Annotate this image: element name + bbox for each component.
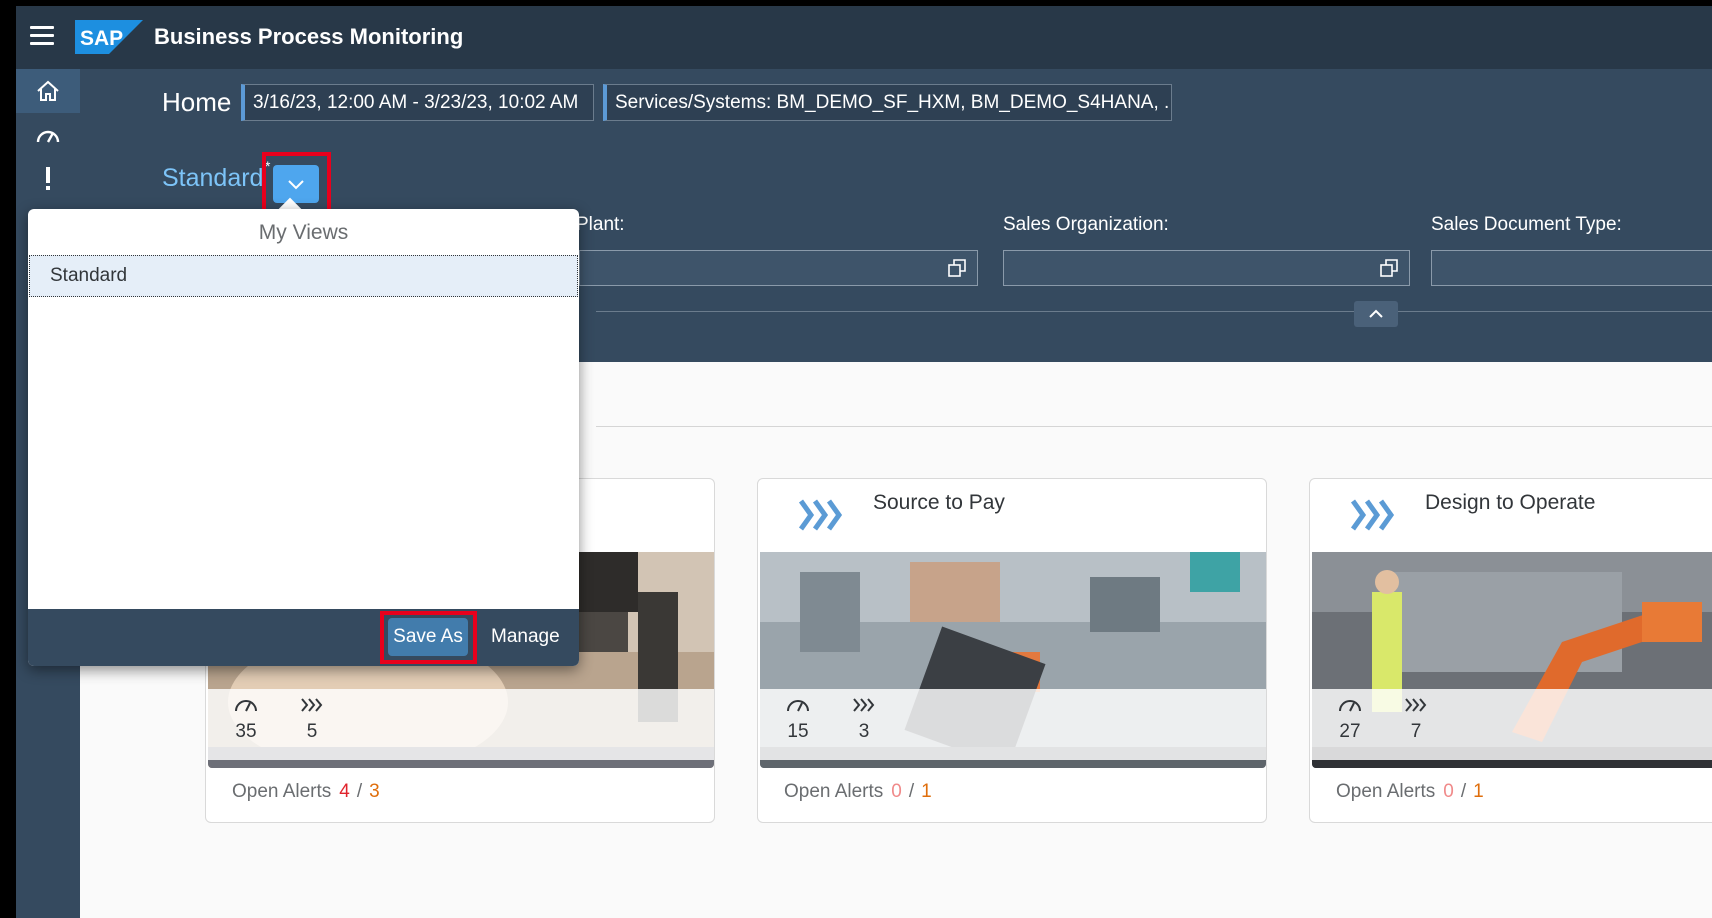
- app-frame: SAP Business Process Monitoring Home 3/1…: [16, 6, 1712, 918]
- nav-home[interactable]: [16, 69, 80, 113]
- card-stats: 15 3: [760, 689, 1266, 760]
- speedometer-icon: [1339, 700, 1361, 712]
- alerts-medium: 1: [1473, 781, 1484, 802]
- open-alerts-label: Open Alerts: [1336, 781, 1436, 802]
- kpi-count: 27: [1339, 721, 1361, 742]
- open-alerts[interactable]: Open Alerts 0 / 1: [1336, 781, 1484, 803]
- hamburger-menu-icon[interactable]: [30, 26, 54, 46]
- svg-text:SAP: SAP: [80, 27, 123, 50]
- filter-label-sales-document-type: Sales Document Type:: [1431, 214, 1622, 235]
- process-count: 3: [858, 721, 870, 742]
- popover-footer: Save As Manage: [28, 609, 579, 666]
- process-stat: 5: [292, 697, 332, 743]
- alerts-high: 4: [339, 781, 350, 802]
- card-image: 15 3: [760, 552, 1266, 768]
- alerts-medium: 1: [921, 781, 932, 802]
- view-item-standard[interactable]: Standard: [29, 255, 578, 297]
- alert-icon: [46, 167, 50, 190]
- filter-label-plant: Plant:: [576, 214, 625, 235]
- card-header: Design to Operate: [1310, 479, 1712, 552]
- process-chevrons-icon: [853, 698, 875, 712]
- manage-button[interactable]: Manage: [491, 618, 560, 656]
- save-as-highlight: [380, 611, 477, 664]
- card-title: Source to Pay: [873, 491, 1005, 514]
- sales-document-type-input[interactable]: [1431, 250, 1712, 286]
- process-chevrons-icon: [1350, 499, 1395, 531]
- kpi-stat: 27: [1330, 697, 1370, 743]
- alerts-separator: /: [356, 781, 363, 802]
- value-help-icon[interactable]: [947, 258, 967, 283]
- process-stat: 3: [844, 697, 884, 743]
- nav-alerts[interactable]: [16, 157, 80, 201]
- variant-name[interactable]: Standard: [162, 164, 263, 193]
- page-title: Home: [162, 87, 232, 117]
- nav-kpis[interactable]: [16, 113, 80, 157]
- alerts-high: 0: [1443, 781, 1454, 802]
- open-alerts-label: Open Alerts: [784, 781, 884, 802]
- open-alerts[interactable]: Open Alerts 4 / 3: [232, 781, 380, 803]
- process-stat: 7: [1396, 697, 1436, 743]
- card-title: Design to Operate: [1425, 491, 1596, 514]
- value-help-icon[interactable]: [1379, 258, 1399, 283]
- process-card-source-to-pay[interactable]: Source to Pay 15 3 Open Alerts 0 / 1: [757, 478, 1267, 823]
- alerts-medium: 3: [369, 781, 380, 802]
- open-alerts[interactable]: Open Alerts 0 / 1: [784, 781, 932, 803]
- process-count: 5: [306, 721, 318, 742]
- my-views-popover: My Views Standard Save As Manage: [28, 209, 579, 666]
- shell-bar: SAP Business Process Monitoring: [16, 6, 1712, 69]
- kpi-count: 15: [787, 721, 809, 742]
- services-systems-token[interactable]: Services/Systems: BM_DEMO_SF_HXM, BM_DEM…: [603, 84, 1172, 121]
- process-chevrons-icon: [301, 698, 323, 712]
- collapse-filter-button[interactable]: [1354, 301, 1398, 327]
- process-chevrons-icon: [1405, 698, 1427, 712]
- alerts-separator: /: [1460, 781, 1467, 802]
- sap-logo: SAP: [75, 20, 143, 54]
- kpi-stat: 15: [778, 697, 818, 743]
- popover-title: My Views: [258, 221, 349, 244]
- plant-input[interactable]: [579, 250, 978, 286]
- home-icon: [37, 80, 59, 101]
- open-alerts-label: Open Alerts: [232, 781, 332, 802]
- process-count: 7: [1410, 721, 1422, 742]
- process-chevrons-icon: [798, 499, 843, 531]
- card-stats: 35 5: [208, 689, 714, 760]
- filter-label-sales-organization: Sales Organization:: [1003, 214, 1169, 235]
- card-image: 27 7: [1312, 552, 1712, 768]
- content-divider: [596, 426, 1712, 427]
- speedometer-icon: [787, 700, 809, 712]
- card-stats: 27 7: [1312, 689, 1712, 760]
- date-range-token[interactable]: 3/16/23, 12:00 AM - 3/23/23, 10:02 AM: [241, 84, 594, 121]
- filter-divider: [596, 311, 1712, 312]
- process-card-design-to-operate[interactable]: Design to Operate 27 7 Open Alerts 0 / 1: [1309, 478, 1712, 823]
- sales-organization-input[interactable]: [1003, 250, 1410, 286]
- chevron-up-icon: [1369, 309, 1383, 318]
- alerts-high: 0: [891, 781, 902, 802]
- speedometer-icon: [36, 130, 60, 143]
- alerts-separator: /: [908, 781, 915, 802]
- kpi-count: 35: [235, 721, 257, 742]
- app-title: Business Process Monitoring: [154, 24, 464, 49]
- card-header: Source to Pay: [758, 479, 1266, 552]
- kpi-stat: 35: [226, 697, 266, 743]
- speedometer-icon: [235, 700, 257, 712]
